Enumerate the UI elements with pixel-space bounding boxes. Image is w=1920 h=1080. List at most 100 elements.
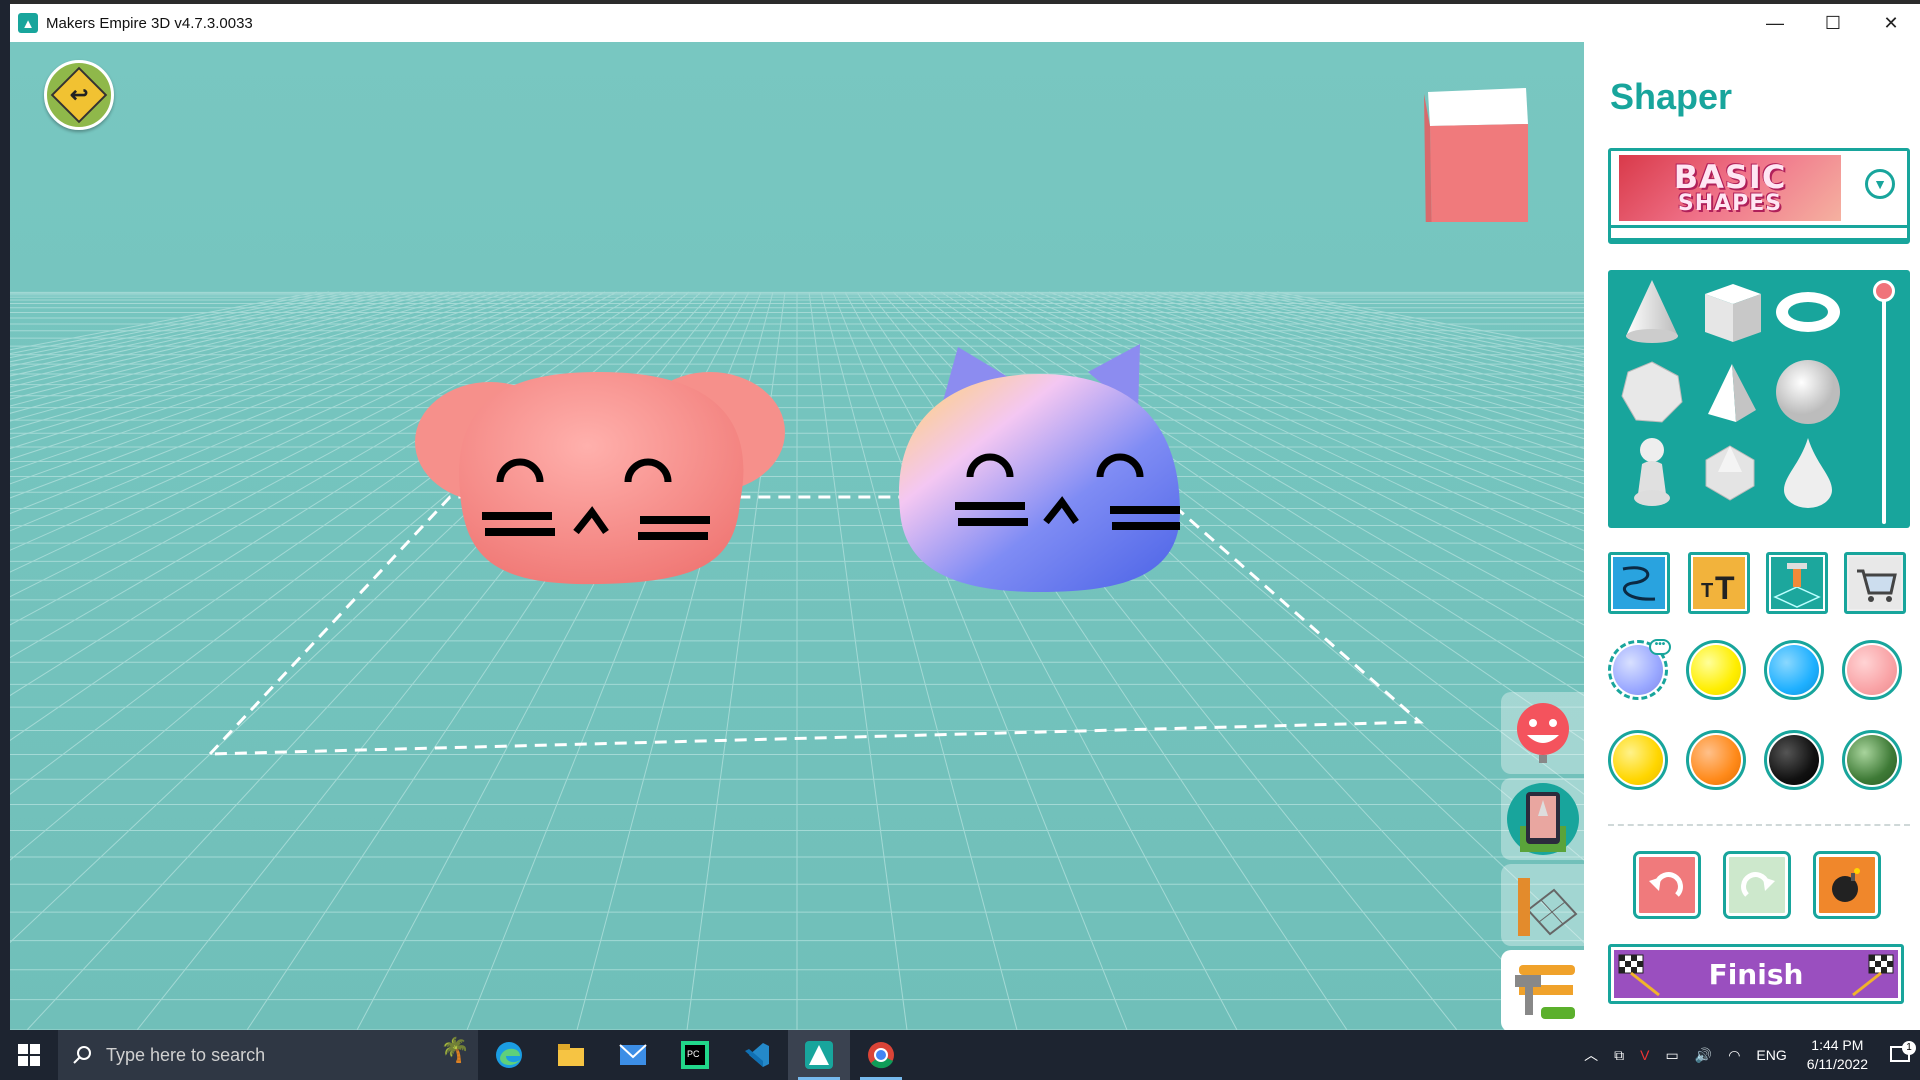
- shop-cart-icon: [1849, 557, 1901, 609]
- window-title: Makers Empire 3D v4.7.3.0033: [46, 14, 253, 32]
- chevron-down-icon[interactable]: ▼: [1865, 169, 1895, 199]
- color-swatch-yellow[interactable]: [1686, 640, 1746, 700]
- window-controls: — ☐ ✕: [1746, 4, 1920, 42]
- pycharm-taskbar-button[interactable]: PC: [664, 1030, 726, 1080]
- svg-text:PC: PC: [687, 1049, 700, 1059]
- shape-sphere[interactable]: [1770, 352, 1846, 432]
- color-swatch-gold[interactable]: [1608, 730, 1668, 790]
- bomb-icon: [1832, 868, 1860, 902]
- shaper-panel: Shaper BASIC SHAPES ▼ T T ••• Finish: [1584, 42, 1920, 1030]
- svg-text:T: T: [1701, 580, 1713, 602]
- shape-palette: [1608, 270, 1910, 528]
- 3d-viewport[interactable]: ↩: [10, 42, 1584, 1030]
- emoji-stamp-button[interactable]: [1501, 692, 1584, 774]
- clock[interactable]: 1:44 PM 6/11/2022: [1795, 1036, 1880, 1074]
- text-tool-button[interactable]: TT: [1688, 552, 1750, 614]
- color-ball: [1613, 735, 1663, 785]
- beach-illustration-icon: 🌴: [440, 1037, 470, 1064]
- library-name-line1: BASIC: [1673, 158, 1787, 196]
- search-icon: [73, 1046, 91, 1064]
- blue-cat-model[interactable]: [880, 292, 1200, 612]
- antivirus-icon[interactable]: V: [1632, 1047, 1657, 1063]
- shape-pyramid[interactable]: [1692, 352, 1768, 432]
- screen: ▲ Makers Empire 3D v4.7.3.0033 — ☐ ✕ ↩ S…: [0, 0, 1920, 1080]
- color-swatch-orange[interactable]: [1686, 730, 1746, 790]
- pink-cat-model[interactable]: [410, 332, 790, 632]
- undo-button[interactable]: [1636, 854, 1698, 916]
- color-swatch-pink[interactable]: [1842, 640, 1902, 700]
- minimize-button[interactable]: —: [1746, 4, 1804, 42]
- maximize-button[interactable]: ☐: [1804, 4, 1862, 42]
- color-swatch-selected[interactable]: •••: [1608, 639, 1671, 700]
- close-button[interactable]: ✕: [1862, 4, 1920, 42]
- meet-now-icon[interactable]: ⧉: [1606, 1047, 1632, 1064]
- edge-icon: [496, 1042, 522, 1068]
- measure-button[interactable]: [1501, 864, 1584, 946]
- color-ball: [1847, 735, 1897, 785]
- shape-pawn[interactable]: [1614, 432, 1690, 512]
- shop-button[interactable]: [1844, 552, 1906, 614]
- desktop-edge: [0, 0, 10, 1080]
- system-tray: ︿ ⧉ V ▭ 🔊 ◠ ENG 1:44 PM 6/11/2022 1: [1576, 1030, 1920, 1080]
- view-cube[interactable]: [1420, 82, 1530, 222]
- squiggle-draw-icon: [1613, 557, 1665, 609]
- color-ball: [1847, 645, 1897, 695]
- terrain-tool-button[interactable]: [1766, 552, 1828, 614]
- back-button[interactable]: ↩: [44, 60, 114, 130]
- color-swatch-blue[interactable]: [1764, 640, 1824, 700]
- shape-scroll-thumb[interactable]: [1873, 280, 1895, 302]
- edge-taskbar-button[interactable]: [478, 1030, 540, 1080]
- mail-taskbar-button[interactable]: [602, 1030, 664, 1080]
- shape-library-dropdown[interactable]: BASIC SHAPES ▼: [1608, 148, 1910, 244]
- shape-scroll-track[interactable]: [1882, 284, 1886, 524]
- shape-drop[interactable]: [1770, 432, 1846, 512]
- redo-icon: [1741, 872, 1775, 897]
- publish-button[interactable]: [1501, 778, 1584, 860]
- language-indicator[interactable]: ENG: [1748, 1047, 1794, 1063]
- build-tools-button[interactable]: [1501, 950, 1584, 1030]
- terrain-tool-icon: [1771, 557, 1823, 609]
- svg-text:T: T: [1715, 570, 1735, 606]
- shape-cube[interactable]: [1692, 272, 1768, 352]
- search-placeholder: Type here to search: [106, 1044, 266, 1065]
- clear-all-button[interactable]: [1816, 854, 1878, 916]
- start-button[interactable]: [0, 1030, 58, 1080]
- redo-button[interactable]: [1726, 854, 1788, 916]
- shape-dodecahedron[interactable]: [1614, 352, 1690, 432]
- taskbar-search[interactable]: Type here to search 🌴: [58, 1030, 478, 1080]
- checkered-flag-icon: [1852, 954, 1894, 997]
- divider: [1608, 824, 1910, 826]
- more-options-icon[interactable]: •••: [1649, 639, 1671, 655]
- wifi-icon[interactable]: ◠: [1720, 1047, 1748, 1064]
- tool-row: TT: [1608, 552, 1910, 614]
- color-swatch-black[interactable]: [1764, 730, 1824, 790]
- shape-torus[interactable]: [1770, 272, 1846, 352]
- text-tool-icon: TT: [1693, 557, 1745, 609]
- volume-icon[interactable]: 🔊: [1687, 1047, 1720, 1064]
- clock-time: 1:44 PM: [1811, 1037, 1864, 1054]
- emoji-stamp-icon: [1516, 703, 1569, 763]
- draw-tool-button[interactable]: [1608, 552, 1670, 614]
- chrome-taskbar-button[interactable]: [850, 1030, 912, 1080]
- checkered-flag-icon: [1618, 954, 1660, 997]
- shape-icosahedron[interactable]: [1692, 432, 1768, 512]
- mail-icon: [619, 1044, 647, 1065]
- finish-button[interactable]: Finish: [1608, 944, 1904, 1004]
- chevron-up-icon[interactable]: ︿: [1576, 1045, 1606, 1065]
- color-ball: [1769, 735, 1819, 785]
- notification-button[interactable]: 1: [1880, 1041, 1920, 1065]
- shape-cone[interactable]: [1614, 272, 1690, 352]
- chrome-icon: [868, 1042, 894, 1069]
- clock-date: 6/11/2022: [1806, 1056, 1868, 1072]
- color-ball: [1691, 735, 1741, 785]
- vscode-taskbar-button[interactable]: [726, 1030, 788, 1080]
- makers-empire-taskbar-button[interactable]: [788, 1030, 850, 1080]
- panel-title: Shaper: [1610, 76, 1733, 117]
- makers-empire-app-icon: ▲: [18, 13, 38, 33]
- color-swatch-green[interactable]: [1842, 730, 1902, 790]
- file-explorer-taskbar-button[interactable]: [540, 1030, 602, 1080]
- ruler-grid-icon: [1517, 878, 1577, 936]
- battery-icon[interactable]: ▭: [1658, 1047, 1687, 1064]
- pycharm-icon: PC: [681, 1041, 709, 1069]
- undo-arrow-icon: ↩: [50, 66, 108, 124]
